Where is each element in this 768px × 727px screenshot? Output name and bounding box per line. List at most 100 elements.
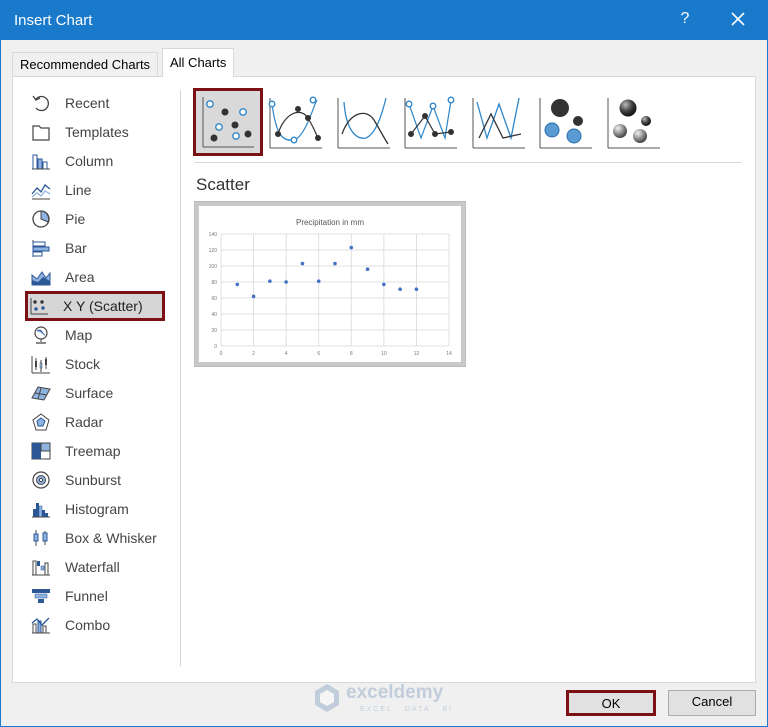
x-tick-label: 2 (252, 351, 255, 357)
sidebar-item-label: Stock (65, 356, 101, 372)
bar-chart-icon (30, 238, 52, 258)
sidebar-item-label: Map (65, 327, 93, 343)
sidebar-item-column[interactable]: Column (28, 148, 168, 174)
data-point (398, 287, 402, 291)
scatter-straight-lines-markers-icon (404, 96, 457, 149)
sidebar-item-line[interactable]: Line (28, 177, 168, 203)
stock-chart-icon (30, 354, 52, 374)
sidebar-item-label: Histogram (65, 501, 129, 517)
y-tick-label: 0 (214, 344, 217, 350)
y-tick-label: 100 (209, 264, 218, 270)
sidebar-item-treemap[interactable]: Treemap (28, 438, 168, 464)
sidebar-item-combo[interactable]: Combo (28, 612, 168, 638)
data-point (268, 279, 272, 283)
sidebar-item-stock[interactable]: Stock (28, 351, 168, 377)
funnel-chart-icon (30, 586, 52, 606)
sidebar-item-label: X Y (Scatter) (63, 298, 143, 314)
line-chart-icon (30, 180, 52, 200)
data-point (235, 282, 240, 287)
sidebar-item-label: Pie (65, 211, 86, 227)
subtype-scatter-smooth-lines-button[interactable] (336, 94, 390, 150)
dialog-title: Insert Chart (14, 12, 93, 29)
sidebar-item-templates[interactable]: Templates (28, 119, 168, 145)
watermark-tagline: EXCEL · DATA · BI (360, 706, 453, 713)
cancel-button[interactable]: Cancel (668, 690, 756, 716)
data-point (300, 261, 305, 266)
data-point (251, 294, 256, 299)
tab-all-charts[interactable]: All Charts (162, 48, 235, 77)
help-button[interactable]: ? (678, 10, 692, 28)
x-tick-label: 8 (350, 351, 353, 357)
sidebar-item-radar[interactable]: Radar (28, 409, 168, 435)
box-whisker-chart-icon (30, 528, 52, 548)
subtype-scatter-straight-lines-button[interactable] (471, 94, 525, 150)
sidebar-item-xy-scatter[interactable]: X Y (Scatter) (25, 291, 165, 321)
subtype-scatter-smooth-lines-markers-button[interactable] (268, 94, 322, 150)
scatter-icon (202, 97, 254, 148)
radar-chart-icon (30, 412, 52, 432)
map-chart-icon (30, 325, 52, 345)
sidebar-item-waterfall[interactable]: Waterfall (28, 554, 168, 580)
data-point (284, 280, 288, 284)
sidebar-divider (180, 90, 181, 666)
column-chart-icon (30, 151, 52, 171)
y-tick-label: 120 (209, 248, 218, 254)
surface-chart-icon (30, 383, 52, 403)
subtype-3d-bubble-button[interactable] (606, 94, 660, 150)
data-point (316, 279, 321, 283)
treemap-chart-icon (30, 441, 52, 461)
sidebar-item-histogram[interactable]: Histogram (28, 496, 168, 522)
chart-preview[interactable]: Precipitation in mm 0 20 40 60 80 100 120 140 0 2… (194, 201, 466, 367)
subtype-scatter-button[interactable] (193, 88, 263, 156)
subtype-separator (195, 162, 741, 163)
x-tick-label: 0 (220, 351, 223, 357)
ok-button[interactable]: OK (566, 690, 656, 716)
data-point (333, 261, 337, 266)
exceldemy-watermark: exceldemy EXCEL · DATA · BI (312, 680, 472, 720)
close-icon (731, 12, 745, 26)
combo-chart-icon (30, 615, 52, 635)
pie-chart-icon (30, 209, 52, 229)
scatter-smooth-lines-markers-icon (268, 96, 322, 149)
sidebar-item-funnel[interactable]: Funnel (28, 583, 168, 609)
sidebar-item-area[interactable]: Area (28, 264, 168, 290)
sidebar-item-label: Funnel (65, 588, 108, 604)
sidebar-item-map[interactable]: Map (28, 322, 168, 348)
sidebar-item-surface[interactable]: Surface (28, 380, 168, 406)
scatter-plot: 0 20 40 60 80 100 120 140 0 2 4 6 8 10 12 14 (209, 232, 452, 357)
templates-icon (30, 122, 52, 142)
sidebar-item-box-whisker[interactable]: Box & Whisker (28, 525, 168, 551)
subtype-scatter-straight-lines-markers-button[interactable] (403, 94, 457, 150)
x-tick-label: 14 (446, 351, 452, 357)
sidebar-item-label: Recent (65, 95, 110, 111)
sidebar-item-label: Column (65, 153, 114, 169)
tab-recommended-charts[interactable]: Recommended Charts (12, 52, 159, 76)
scatter-straight-lines-icon (472, 97, 525, 149)
sidebar-item-bar[interactable]: Bar (28, 235, 168, 261)
area-chart-icon (30, 267, 52, 287)
data-point (349, 245, 354, 250)
x-tick-label: 10 (381, 351, 387, 357)
sunburst-chart-icon (30, 470, 52, 490)
sidebar-item-label: Templates (65, 124, 129, 140)
sidebar-item-label: Box & Whisker (65, 530, 157, 546)
y-tick-label: 40 (211, 312, 217, 318)
sidebar-item-label: Area (65, 269, 95, 285)
title-bar: Insert Chart ? (0, 0, 768, 40)
data-point (414, 287, 419, 291)
close-button[interactable] (728, 8, 748, 30)
sidebar-item-label: Surface (65, 385, 114, 401)
watermark-brand: exceldemy (346, 682, 444, 703)
sidebar-item-sunburst[interactable]: Sunburst (28, 467, 168, 493)
x-tick-label: 6 (317, 351, 320, 357)
sidebar-item-pie[interactable]: Pie (28, 206, 168, 232)
waterfall-chart-icon (30, 557, 52, 577)
sidebar-item-label: Sunburst (65, 472, 122, 488)
bubble-icon (539, 98, 592, 149)
y-tick-label: 140 (209, 232, 218, 238)
data-point (365, 267, 370, 271)
subtype-bubble-button[interactable] (538, 94, 592, 150)
sidebar-item-recent[interactable]: Recent (28, 90, 168, 116)
scatter-chart-icon (28, 296, 50, 316)
x-tick-label: 4 (285, 351, 288, 357)
